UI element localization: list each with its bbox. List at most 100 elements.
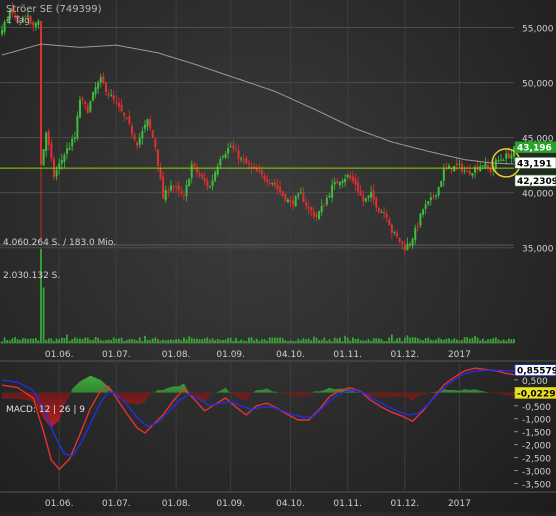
volume-bar: [151, 338, 154, 343]
candle-body: [245, 158, 248, 164]
candle-body: [414, 228, 417, 241]
volume-bar: [177, 338, 180, 343]
candle-body: [208, 186, 211, 188]
volume-bar: [102, 340, 105, 343]
volume-bar: [315, 337, 318, 343]
volume-bar: [37, 340, 40, 343]
candle-body: [81, 98, 84, 101]
candle-body: [323, 205, 326, 207]
volume-bar: [224, 339, 227, 343]
candle-body: [331, 184, 334, 198]
candle-body: [203, 177, 206, 182]
candle-body: [419, 213, 422, 226]
volume-bar: [154, 337, 157, 343]
time-tick-label: 01.08.: [162, 499, 191, 509]
volume-bar: [297, 338, 300, 343]
candle-body: [437, 187, 440, 196]
candle-body: [125, 117, 128, 119]
volume-bar: [445, 338, 448, 343]
candle-body: [393, 231, 396, 233]
candle-body: [297, 193, 300, 197]
volume-bar: [331, 341, 333, 343]
volume-bar: [196, 338, 198, 343]
volume-bar: [429, 339, 432, 343]
volume-bar: [180, 340, 183, 343]
volume-bar: [50, 338, 53, 343]
volume-bar: [292, 340, 294, 343]
candle-body: [229, 146, 232, 148]
candle-body: [190, 164, 193, 178]
candle-body: [154, 138, 157, 148]
volume-bar: [474, 335, 476, 343]
volume-bar: [416, 338, 419, 343]
candle-body: [289, 200, 292, 202]
volume-bar: [45, 339, 48, 343]
volume-bar: [401, 341, 404, 343]
volume-bar: [149, 339, 152, 343]
candle-body: [505, 153, 508, 159]
candle-body: [429, 197, 432, 201]
candle-body: [159, 168, 162, 179]
price-badge-label: 42,2309: [517, 177, 556, 187]
volume-bar: [302, 338, 305, 343]
volume-bar: [183, 337, 185, 343]
candle-body: [357, 182, 360, 192]
volume-bar: [21, 338, 24, 343]
volume-bar: [71, 339, 74, 343]
candle-body: [286, 199, 289, 203]
candle-body: [180, 191, 183, 195]
candle-body: [55, 170, 58, 177]
volume-bar: [398, 337, 401, 343]
candle-body: [227, 148, 230, 154]
candle-body: [193, 163, 196, 167]
candle-body: [263, 175, 266, 180]
volume-bar: [24, 338, 27, 343]
candle-body: [60, 160, 63, 164]
volume-bar: [144, 335, 146, 343]
candle-body: [86, 105, 89, 114]
volume-bar: [351, 337, 354, 343]
candle-body: [29, 15, 32, 24]
volume-bar: [136, 340, 139, 343]
volume-bar: [190, 337, 193, 343]
time-tick-label: 01.11.: [333, 499, 362, 509]
volume-bar: [419, 339, 422, 343]
volume-bar: [40, 248, 42, 343]
macd-tick-label: -2,000: [522, 442, 551, 452]
volume-bar: [76, 338, 79, 343]
moving-average-line: [1, 43, 515, 165]
volume-bar: [242, 340, 245, 343]
volume-bar: [336, 338, 339, 343]
candle-body: [346, 174, 349, 178]
volume-bar: [286, 341, 289, 343]
price-tick-label: 35,000: [522, 245, 554, 255]
volume-bar: [258, 340, 261, 343]
candle-body: [318, 211, 321, 219]
volume-bar: [97, 337, 100, 343]
candle-body: [234, 149, 237, 151]
volume-bar: [222, 339, 224, 343]
volume-bar: [390, 334, 393, 343]
volume-bar: [281, 338, 284, 343]
candle-body: [123, 112, 126, 116]
candle-body: [325, 197, 328, 205]
candle-body: [65, 148, 68, 155]
candle-body: [479, 166, 482, 172]
chart-canvas: 55,00050,00045,00040,00035,00001.06.01.0…: [0, 0, 556, 509]
volume-bar: [162, 339, 165, 343]
candle-body: [201, 174, 204, 179]
volume-bar: [354, 338, 357, 343]
volume-bar: [29, 338, 32, 343]
time-tick-label: 01.06.: [45, 499, 74, 509]
volume-bar: [188, 336, 191, 343]
candle-body: [463, 170, 466, 172]
candle-body: [401, 241, 404, 244]
candle-body: [500, 159, 503, 161]
macd-badge-label: 0,85579: [517, 367, 556, 377]
macd-tick-label: -3,500: [522, 481, 551, 491]
candle-body: [120, 104, 123, 112]
candle-body: [302, 192, 305, 203]
candle-body: [502, 159, 505, 162]
candle-body: [494, 159, 497, 169]
volume-bar: [284, 340, 287, 343]
